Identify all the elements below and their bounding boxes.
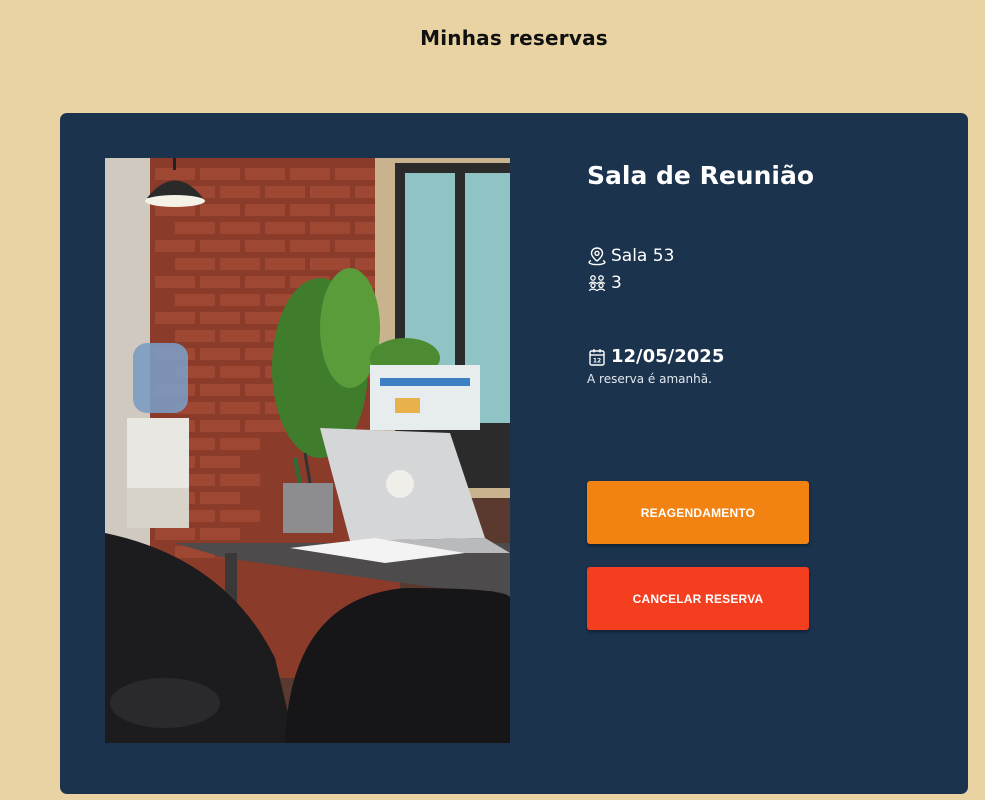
svg-text:12: 12	[593, 357, 601, 364]
reschedule-button[interactable]: REAGENDAMENTO	[587, 481, 809, 544]
room-photo	[105, 158, 510, 743]
location-row: Sala 53	[587, 246, 674, 266]
capacity-text: 3	[611, 273, 622, 293]
date-text: 12/05/2025	[611, 346, 725, 367]
location-text: Sala 53	[611, 246, 675, 266]
page-title: Minhas reservas	[420, 26, 608, 50]
calendar-icon: 12	[587, 347, 607, 367]
people-icon	[587, 273, 607, 293]
reservation-card: Sala de Reunião Sala 53 3 12 12/05/2025 …	[60, 113, 968, 794]
date-row: 12 12/05/2025	[587, 346, 724, 367]
room-name: Sala de Reunião	[587, 161, 814, 190]
date-note: A reserva é amanhã.	[587, 372, 712, 386]
map-pin-icon	[587, 246, 607, 266]
capacity-row: 3	[587, 273, 622, 293]
cancel-reservation-button[interactable]: CANCELAR RESERVA	[587, 567, 809, 630]
